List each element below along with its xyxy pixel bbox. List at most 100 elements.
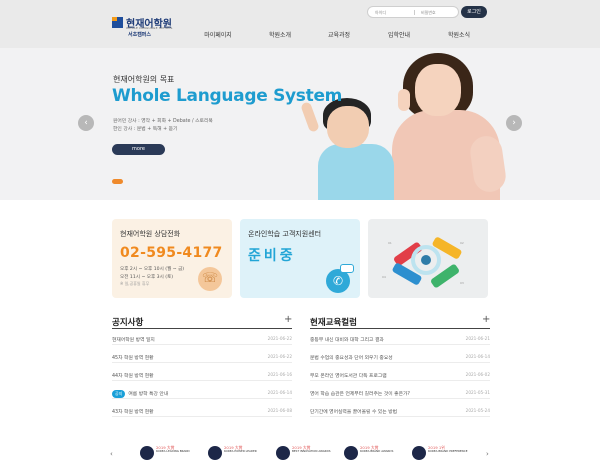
chat-bubble-icon	[340, 264, 354, 273]
hero-subtitle: 현재어학원의 목표	[113, 75, 175, 84]
column-row-label: 부모 온라인 영어도서관 다독 프로그램	[310, 374, 387, 379]
notice-row-date: 2021-06-14	[267, 390, 292, 395]
graphic-label-1: 01	[388, 241, 392, 245]
notice-underline	[112, 328, 292, 329]
login-button[interactable]: 로그인	[461, 6, 487, 18]
column-title: 현재교육컬럼	[310, 318, 357, 328]
column-row-text: 부모 온라인 영어도서관 다독 프로그램	[310, 372, 387, 379]
graphic-label-2: 02	[460, 241, 464, 245]
phone-icon: ☏	[198, 267, 222, 291]
play-icon	[421, 255, 431, 265]
column-row[interactable]: 영어 학습 습관은 언제부터 길러주는 것이 좋은가? 2021-05-31	[310, 386, 490, 399]
notice-row-text: 43차 학원 방역 현황	[112, 408, 154, 415]
column-row-label: 영어 학습 습관은 언제부터 길러주는 것이 좋은가?	[310, 392, 410, 397]
notice-row[interactable]: 43차 학원 방역 현황 2021-06-08	[112, 404, 292, 417]
hero-slider: 현재어학원의 목표 Whole Language System 원어민 강사 :…	[0, 48, 600, 200]
id-input[interactable]: 아이디	[375, 10, 386, 16]
notice-row-text: 공지 여름 방학 특강 안내	[112, 390, 168, 398]
logo-mark-icon	[112, 17, 123, 28]
notice-row-label: 여름 방학 특강 안내	[128, 392, 169, 397]
notice-row-date: 2021-06-08	[267, 408, 292, 413]
notice-row[interactable]: 45차 학원 방역 현황 2021-06-22	[112, 350, 292, 363]
banner-prev-icon[interactable]: ‹	[110, 450, 113, 458]
header: 현재어학원 WHOLE LANGUAGE SCHOOL 서초캠퍼스 아이디 비밀…	[0, 0, 600, 48]
column-row-label: 단기간에 영어실력을 끌어올릴 수 있는 방법	[310, 410, 398, 415]
consult-card[interactable]: 현재어학원 상담전화 02-595-4177 오후 2시 ~ 오후 10시 (월…	[112, 219, 232, 298]
award-text: KOREA POWER LEADER	[224, 449, 257, 453]
column-row-date: 2021-05-24	[465, 408, 490, 413]
notice-row[interactable]: 44차 학원 방역 현황 2021-06-16	[112, 368, 292, 381]
nav-about[interactable]: 학원소개	[269, 30, 291, 39]
consult-hours-weekday: 오후 2시 ~ 오후 10시 (월 ~ 금)	[120, 267, 185, 272]
slider-indicator[interactable]	[112, 179, 123, 184]
consult-note: ※ 일,공휴일 휴무	[120, 281, 150, 286]
video-card[interactable]: 01 02 03 04	[368, 219, 488, 298]
consult-title: 현재어학원 상담전화	[120, 230, 181, 238]
nav-curriculum[interactable]: 교육과정	[328, 30, 350, 39]
award-banner[interactable]: 2019 1위 KOREA BRAND PREFERENCE	[412, 444, 468, 462]
hero-line-2: 한인 강사 : 문법 + 독해 + 듣기	[113, 127, 178, 132]
award-banner[interactable]: 2019 大賞 KOREA LEADING BRAND	[140, 444, 192, 462]
nav-news[interactable]: 학원소식	[448, 30, 470, 39]
column-row-date: 2021-06-21	[465, 336, 490, 341]
column-row-date: 2021-05-31	[465, 390, 490, 395]
banner-next-icon[interactable]: ›	[486, 450, 489, 458]
main-nav: 마이페이지 학원소개 교육과정 입학안내 학원소식	[0, 30, 600, 40]
notice-row-text: 44차 학원 방역 현황	[112, 372, 154, 379]
award-text: KOREA BRAND AWARDS	[360, 449, 394, 453]
boy-face	[327, 106, 369, 148]
more-button[interactable]: more	[112, 144, 165, 155]
award-emblem-icon	[276, 446, 290, 460]
graphic-label-4: 04	[382, 275, 386, 279]
notice-row-date: 2021-06-22	[267, 336, 292, 341]
page: 현재어학원 WHOLE LANGUAGE SCHOOL 서초캠퍼스 아이디 비밀…	[0, 0, 600, 465]
column-row[interactable]: 단기간에 영어실력을 끌어올릴 수 있는 방법 2021-05-24	[310, 404, 490, 417]
column-row[interactable]: 부모 온라인 영어도서관 다독 프로그램 2021-06-02	[310, 368, 490, 381]
notice-title: 공지사항	[112, 318, 144, 328]
notice-badge: 공지	[112, 390, 126, 398]
column-row-date: 2021-06-14	[465, 354, 490, 359]
column-underline	[310, 328, 490, 329]
nav-admission[interactable]: 입학안내	[388, 30, 410, 39]
hero-title: Whole Language System	[112, 86, 343, 106]
award-emblem-icon	[412, 446, 426, 460]
award-banner[interactable]: 2019 大賞 BEST INNOVATION AWARDS	[276, 444, 331, 462]
column-row-label: 중등부 내신 대비와 대학 그리고 결과	[310, 338, 384, 343]
notice-row[interactable]: 공지 여름 방학 특강 안내 2021-06-14	[112, 386, 292, 399]
support-status: 준비중	[248, 248, 296, 264]
column-row-text: 단기간에 영어실력을 끌어올릴 수 있는 방법	[310, 408, 397, 415]
column-row-text: 문법 수업의 중요성과 단어 외우기 중요성	[310, 354, 393, 361]
hero-next-arrow-icon[interactable]: ›	[506, 115, 522, 131]
column-row[interactable]: 중등부 내신 대비와 대학 그리고 결과 2021-06-21	[310, 332, 490, 345]
award-text: BEST INNOVATION AWARDS	[292, 449, 331, 453]
notice-row-label: 45차 학원 방역 현황	[112, 356, 154, 361]
boy-body	[318, 144, 394, 200]
column-more-icon[interactable]: +	[482, 314, 490, 325]
award-banner[interactable]: 2019 大賞 KOREA POWER LEADER	[208, 444, 260, 462]
column-row-text: 중등부 내신 대비와 대학 그리고 결과	[310, 336, 384, 343]
notice-more-icon[interactable]: +	[284, 314, 292, 325]
support-card[interactable]: 온라인학습 고객지원센터 준비중 ✆	[240, 219, 360, 298]
consult-phone: 02-595-4177	[120, 245, 223, 261]
woman-face	[415, 64, 461, 116]
column-row-date: 2021-06-02	[465, 372, 490, 377]
hero-prev-arrow-icon[interactable]: ‹	[78, 115, 94, 131]
login-box: 아이디 비밀번호	[367, 6, 459, 18]
nav-mypage[interactable]: 마이페이지	[204, 30, 232, 39]
award-emblem-icon	[344, 446, 358, 460]
woman-hand	[398, 89, 410, 111]
award-banner[interactable]: 2019 大賞 KOREA BRAND AWARDS	[344, 444, 396, 462]
notice-row-date: 2021-06-22	[267, 354, 292, 359]
notice-row[interactable]: 현재어학원 방역 일지 2021-06-22	[112, 332, 292, 345]
login-divider	[414, 10, 415, 15]
award-text: KOREA BRAND PREFERENCE	[428, 449, 468, 453]
column-row-text: 영어 학습 습관은 언제부터 길러주는 것이 좋은가?	[310, 390, 410, 397]
award-text: KOREA LEADING BRAND	[156, 449, 190, 453]
notice-row-label: 44차 학원 방역 현황	[112, 374, 154, 379]
column-row[interactable]: 문법 수업의 중요성과 단어 외우기 중요성 2021-06-14	[310, 350, 490, 363]
award-emblem-icon	[208, 446, 222, 460]
password-input[interactable]: 비밀번호	[421, 10, 436, 16]
notice-row-text: 45차 학원 방역 현황	[112, 354, 154, 361]
hero-line-1: 원어민 강사 : 영작 + 회화 + Debate / 스토리북	[113, 119, 213, 124]
notice-row-text: 현재어학원 방역 일지	[112, 336, 155, 343]
